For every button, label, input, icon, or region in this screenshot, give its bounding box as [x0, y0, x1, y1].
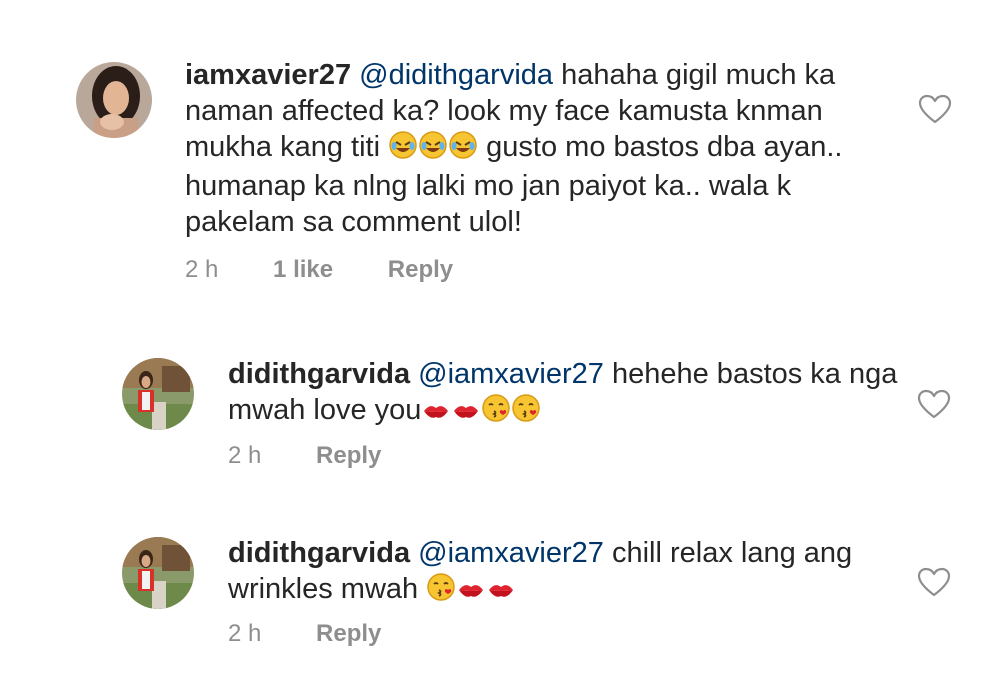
comment-text: didithgarvida @iamxavier27 hehehe bastos…	[228, 356, 908, 431]
kissing-face-emoji	[512, 394, 541, 431]
mention-link[interactable]: @iamxavier27	[418, 358, 604, 390]
comment-line: gusto mo bastos dba ayan..	[486, 131, 843, 163]
rofl-emoji	[389, 131, 417, 168]
comment-line: humanap ka nlng lalki mo jan paiyot ka..…	[185, 170, 792, 202]
kiss-mark-emoji	[422, 395, 450, 431]
reply-button[interactable]: Reply	[316, 620, 381, 647]
rofl-emoji	[419, 131, 447, 168]
mention-link[interactable]: @iamxavier27	[418, 537, 604, 569]
rofl-emoji	[449, 131, 477, 168]
comment-line: hehehe bastos ka nga	[611, 358, 898, 390]
comment-line: wrinkles mwah	[228, 573, 419, 605]
comment-username[interactable]: didithgarvida	[228, 358, 410, 390]
heart-icon[interactable]	[917, 389, 951, 419]
kissing-face-emoji	[482, 394, 511, 431]
comment-time: 2 h	[228, 442, 262, 469]
heart-icon[interactable]	[917, 567, 951, 597]
comment-meta: 2 h 1 like Reply	[185, 256, 453, 284]
avatar[interactable]	[122, 537, 194, 609]
reply-button[interactable]: Reply	[316, 442, 381, 469]
likes-count[interactable]: 1 like	[273, 256, 333, 283]
comment-time: 2 h	[185, 256, 219, 283]
kiss-mark-emoji	[452, 395, 480, 431]
mention-link[interactable]: @didithgarvida	[359, 59, 553, 91]
comment-text: iamxavier27 @didithgarvida hahaha gigil …	[185, 57, 905, 240]
comment-line: mukha kang titi	[185, 131, 381, 163]
kiss-mark-emoji	[487, 574, 515, 610]
comment-time: 2 h	[228, 620, 262, 647]
heart-icon[interactable]	[918, 94, 952, 124]
comment-meta: 2 h Reply	[228, 442, 381, 470]
comment-username[interactable]: iamxavier27	[185, 59, 351, 91]
comment-line: chill relax lang ang	[611, 537, 853, 569]
kiss-mark-emoji	[457, 574, 485, 610]
comment-meta: 2 h Reply	[228, 620, 381, 648]
kissing-face-emoji	[427, 573, 455, 610]
avatar[interactable]	[76, 62, 152, 138]
comment-line: hahaha gigil much ka	[561, 59, 836, 91]
avatar[interactable]	[122, 358, 194, 430]
comment-line: mwah love you	[228, 394, 422, 426]
comment-text: didithgarvida @iamxavier27 chill relax l…	[228, 535, 908, 610]
comment-username[interactable]: didithgarvida	[228, 537, 410, 569]
reply-button[interactable]: Reply	[388, 256, 453, 283]
comment-line: pakelam sa comment ulol!	[185, 206, 522, 238]
comment-line: naman affected ka? look my face kamusta …	[185, 95, 823, 127]
